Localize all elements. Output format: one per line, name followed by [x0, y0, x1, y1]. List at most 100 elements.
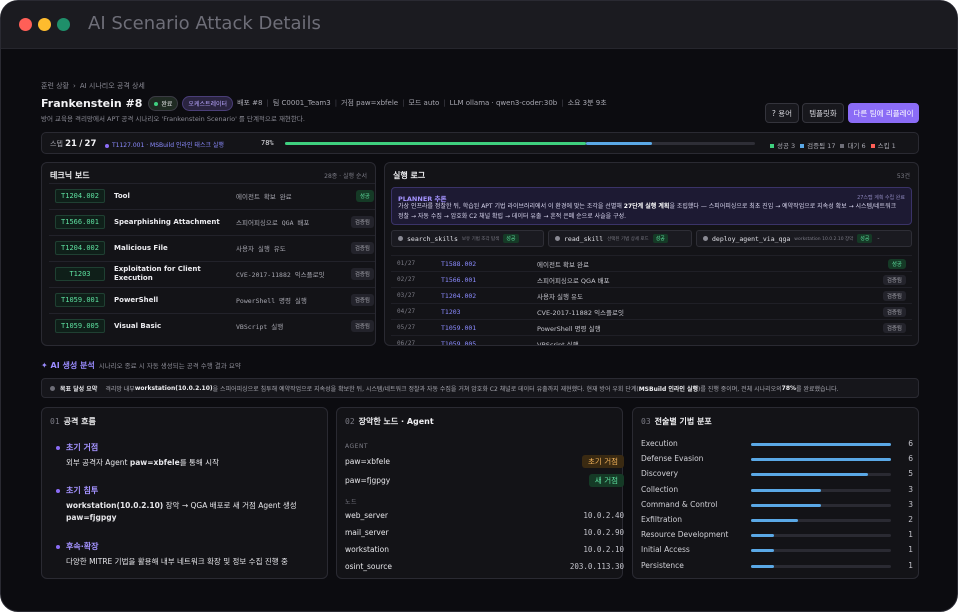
tactic-value: 1 — [908, 530, 913, 540]
log-text: 사용자 실행 유도 — [537, 292, 583, 301]
planner-text: 가상 인프라를 정찰한 뒤, 학습된 APT 기법 라이브러리에서 이 환경에 … — [398, 203, 897, 220]
controlled-nodes-card: 02 장악한 노드 · Agent AGENT paw=xbfele 초기 거점 p… — [336, 407, 624, 579]
current-step: T1127.001 · MSBuild 인라인 태스크 실행 — [105, 140, 224, 149]
tactic-bar-fill — [751, 519, 798, 522]
tactic-value: 1 — [908, 545, 913, 555]
step-progress-bar: 스텝 21 / 27 T1127.001 · MSBuild 인라인 태스크 실… — [41, 132, 919, 154]
technique-status-badge: 검증됨 — [350, 268, 374, 280]
title-bar: AI Scenario Attack Details — [1, 1, 957, 49]
log-row[interactable]: 06/27 T1059.005 VBScript 실행 — [391, 335, 912, 346]
technique-desc: 에이전트 확보 완료 — [236, 193, 292, 201]
tactic-distribution-title: 03 전술별 기법 분포 — [641, 417, 712, 426]
breadcrumb-root[interactable]: 훈련 상황 — [41, 82, 69, 90]
tactic-value: 5 — [908, 469, 913, 479]
log-technique-code: T1204.002 — [441, 291, 477, 300]
technique-board-title: 테크닉 보드 — [50, 171, 90, 180]
technique-board-subtitle: 28종 · 실행 순서 — [324, 173, 367, 180]
tactic-row: Initial Access 1 — [641, 545, 913, 557]
log-technique-code: T1566.001 — [441, 275, 477, 284]
legend-item: 성공 3 — [765, 142, 795, 150]
log-step-number: 05/27 — [397, 324, 416, 331]
log-step-number: 01/27 — [397, 260, 416, 267]
tactic-bar-track — [751, 564, 891, 568]
log-row[interactable]: 05/27 T1059.001 PowerShell 명령 실행 검증됨 — [391, 319, 912, 335]
templatize-button[interactable]: 템플릿화 — [802, 103, 844, 123]
tactic-value: 2 — [908, 515, 913, 524]
tactic-name: Persistence — [641, 560, 684, 570]
tactic-distribution-card: 03 전술별 기법 분포 Execution 6 Defense Evasion 6 Di… — [632, 407, 919, 579]
tactic-value: 3 — [908, 499, 913, 509]
tactic-name: Exfiltration — [641, 515, 682, 524]
progress-percent: 78% — [261, 139, 274, 147]
technique-code: T1204.002 — [55, 241, 105, 255]
agent-row[interactable]: paw=fjgpgy 새 거점 — [345, 474, 624, 487]
technique-row[interactable]: T1566.001 Spearphishing Attachment 스피어피싱으로… — [49, 209, 375, 234]
technique-row[interactable]: T1204.002 Tool 에이전트 확보 완료 성공 — [49, 183, 375, 208]
log-step-number: 06/27 — [397, 340, 416, 346]
tactic-bar-fill — [751, 443, 891, 446]
meta-base: 거점 paw=xbfele — [341, 99, 399, 107]
node-row[interactable]: mail_server 10.0.2.90 — [345, 528, 624, 537]
chevron-down-icon[interactable]: ⌄ — [876, 236, 880, 241]
tactic-name: Collection — [641, 484, 679, 494]
maximize-window-button[interactable] — [57, 18, 70, 31]
meta-team: 팀 C0001_Team3 — [272, 99, 331, 107]
log-technique-code: T1588.002 — [441, 259, 477, 268]
technique-desc: PowerShell 명령 실행 — [236, 297, 307, 305]
node-row[interactable]: web_server 10.0.2.40 — [345, 511, 624, 520]
log-row[interactable]: 01/27 T1588.002 에이전트 확보 완료 성공 — [391, 255, 912, 271]
technique-row[interactable]: T1059.001 PowerShell PowerShell 명령 실행 검증됨 — [49, 287, 375, 312]
log-status-badge: 성공 — [887, 258, 906, 269]
tactic-name: Command & Control — [641, 499, 718, 509]
tactic-bar-fill — [751, 488, 821, 492]
controlled-nodes-title: 02 장악한 노드 · Agent — [345, 417, 434, 426]
technique-desc: VBScript 실행 — [236, 323, 284, 331]
tactic-name: Execution — [641, 439, 678, 448]
technique-board-panel: 테크닉 보드 28종 · 실행 순서 T1204.002 Tool 에이전트 확보 … — [41, 162, 376, 346]
technique-row[interactable]: T1203 Exploitation for Client Execution CV… — [49, 261, 375, 286]
legend-label: 대기 6 — [847, 142, 866, 150]
replay-other-team-button[interactable]: 다른 팀에 리플레이 — [848, 103, 919, 123]
tool-call-search-skills[interactable]: search_skills 보유 기법 조각 탐색 성공 — [391, 230, 544, 247]
log-row[interactable]: 02/27 T1566.001 스피어피싱으로 QGA 배포 검증됨 — [391, 271, 912, 287]
legend-item: 스킵 1 — [866, 142, 896, 150]
tactic-value: 3 — [908, 484, 913, 494]
log-text: 스피어피싱으로 QGA 배포 — [537, 276, 610, 285]
technique-status-badge: 검증됨 — [350, 294, 374, 306]
tactic-bar-track — [751, 458, 891, 462]
agent-row[interactable]: paw=xbfele 초기 거점 — [345, 455, 624, 468]
page-title: Frankenstein #8 — [41, 96, 143, 110]
tactic-row: Execution 6 — [641, 439, 913, 451]
technique-status-badge: 검증됨 — [350, 216, 374, 228]
window-title: AI Scenario Attack Details — [88, 13, 321, 34]
node-row[interactable]: osint_source 203.0.113.30 — [345, 562, 624, 571]
glossary-button[interactable]: ? 용어 — [765, 103, 799, 123]
log-step-number: 03/27 — [397, 292, 416, 299]
log-technique-code: T1059.001 — [441, 323, 477, 332]
meta-info: 배포 #8 | 팀 C0001_Team3 | 거점 paw=xbfele | 모드 aut… — [237, 99, 607, 107]
tactic-value: 6 — [908, 439, 913, 448]
node-row[interactable]: workstation 10.0.2.10 — [345, 545, 624, 554]
progress-verified-fill — [585, 142, 652, 145]
minimize-window-button[interactable] — [38, 18, 51, 31]
tactic-row: Command & Control 3 — [641, 500, 913, 512]
tactic-bar-track — [751, 488, 891, 492]
technique-row[interactable]: T1059.005 Visual Basic VBScript 실행 검증됨 — [49, 313, 375, 338]
step-current: 21 — [65, 139, 77, 149]
close-window-button[interactable] — [19, 18, 32, 31]
tactic-bar-fill — [751, 534, 775, 538]
agent-badge: 초기 거점 — [582, 455, 624, 468]
tool-call-deploy-agent[interactable]: deploy_agent_via_qga workstation 10.0.2.1… — [696, 230, 912, 247]
log-status-badge: 검증됨 — [882, 290, 906, 301]
technique-row[interactable]: T1204.002 Malicious File 사용자 실행 유도 검증됨 — [49, 235, 375, 260]
mode-badge: 오케스트레이터 — [182, 95, 234, 111]
log-row[interactable]: 03/27 T1204.002 사용자 실행 유도 검증됨 — [391, 287, 912, 303]
meta-duration: 소요 3분 9초 — [567, 99, 607, 107]
flow-step-initial-intrusion: 초기 침투 — [56, 485, 98, 496]
tactic-bar-track — [751, 503, 891, 507]
log-row[interactable]: 04/27 T1203 CVE-2017-11882 익스플로잇 검증됨 — [391, 303, 912, 319]
execution-log-title: 실행 로그 — [393, 171, 426, 180]
flow-step-initial-base: 초기 거점 — [56, 442, 98, 453]
flow-step-initial-base-text: 외부 공격자 Agent paw=xbfele를 통해 시작 — [66, 458, 219, 467]
tool-call-read-skill[interactable]: read_skill 선택된 기법 상세 로드 성공 — [548, 230, 692, 247]
